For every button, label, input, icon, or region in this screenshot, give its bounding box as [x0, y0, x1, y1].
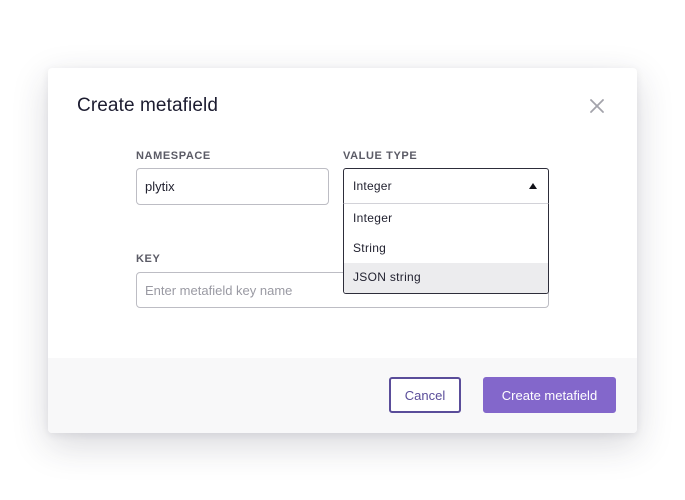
key-label: KEY: [136, 253, 161, 265]
dropdown-option-integer[interactable]: Integer: [344, 204, 548, 234]
create-metafield-dialog: Create metafield NAMESPACE VALUE TYPE In…: [48, 68, 637, 433]
dialog-title: Create metafield: [77, 95, 219, 116]
dropdown-option-json-string[interactable]: JSON string: [344, 263, 548, 293]
cancel-button[interactable]: Cancel: [389, 377, 461, 413]
caret-up-icon[interactable]: [529, 183, 537, 189]
close-icon[interactable]: [588, 97, 606, 115]
value-type-select[interactable]: Integer: [343, 168, 549, 204]
namespace-input[interactable]: [136, 168, 329, 205]
create-metafield-button[interactable]: Create metafield: [483, 377, 616, 413]
dialog-footer: Cancel Create metafield: [48, 358, 637, 433]
dropdown-option-string[interactable]: String: [344, 234, 548, 264]
value-type-label: VALUE TYPE: [343, 150, 418, 162]
value-type-dropdown: Integer String JSON string: [343, 203, 549, 294]
value-type-selected: Integer: [353, 179, 392, 193]
namespace-label: NAMESPACE: [136, 150, 211, 162]
